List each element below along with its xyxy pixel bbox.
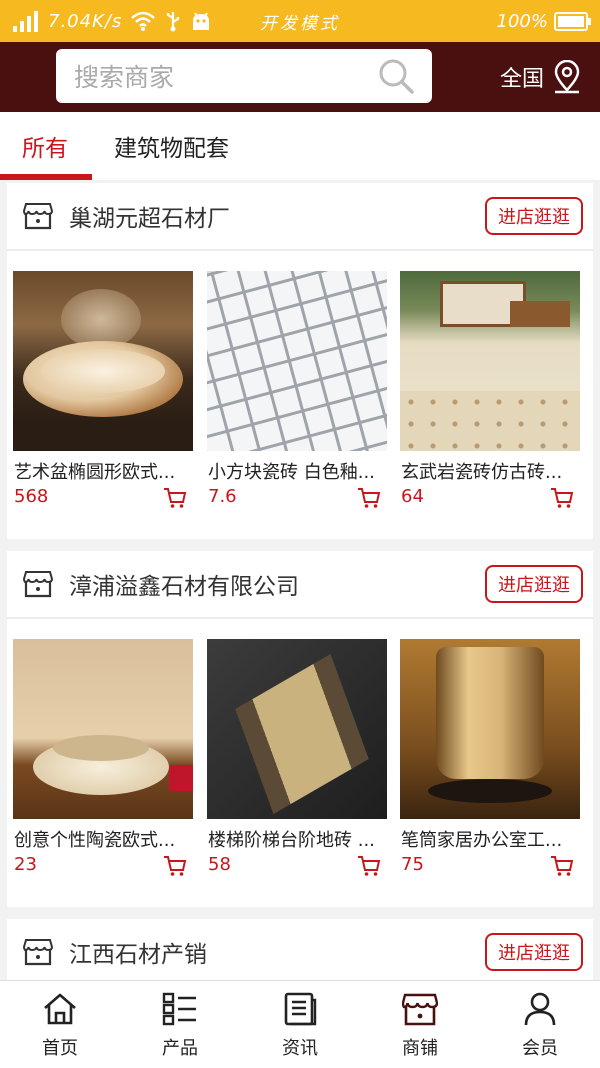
search-icon[interactable]	[376, 56, 416, 96]
cart-icon[interactable]	[163, 855, 187, 877]
region-label: 全国	[499, 67, 544, 92]
product-price: 23	[14, 854, 37, 875]
cart-icon[interactable]	[550, 487, 574, 509]
battery-icon	[554, 11, 591, 31]
home-icon	[44, 993, 76, 1025]
tab-all[interactable]: 所有	[22, 112, 68, 180]
active-tab-indicator	[0, 174, 92, 180]
shop-card: 巢湖元超石材厂 进店逛逛 艺术盆椭圆形欧式... 568 小方块瓷砖 白色釉..…	[7, 183, 593, 539]
storefront-icon	[23, 571, 53, 598]
product-title: 小方块瓷砖 白色釉...	[208, 462, 375, 483]
nav-home[interactable]: 首页	[0, 981, 120, 1068]
app-header: 搜索商家 全国	[0, 42, 600, 112]
product-card[interactable]: 创意个性陶瓷欧式... 23	[13, 639, 193, 876]
shop-name: 江西石材产销	[69, 942, 207, 968]
product-list-icon	[162, 992, 196, 1026]
nav-label: 会员	[522, 1038, 558, 1059]
member-icon	[524, 992, 556, 1026]
status-bar: 7.04K/s 开发模式 100%	[0, 0, 600, 42]
shop-name: 巢湖元超石材厂	[69, 206, 230, 232]
product-card[interactable]: 笔筒家居办公室工... 75	[400, 639, 580, 876]
search-input[interactable]: 搜索商家	[56, 58, 376, 94]
product-card[interactable]: 玄武岩瓷砖仿古砖... 64	[400, 271, 580, 508]
search-bar[interactable]: 搜索商家	[56, 49, 432, 103]
product-image-marble-basin[interactable]	[13, 271, 193, 451]
nav-label: 首页	[42, 1038, 78, 1059]
shop-card: 漳浦溢鑫石材有限公司 进店逛逛 创意个性陶瓷欧式... 23 楼梯阶梯台阶地砖 …	[7, 551, 593, 907]
visit-store-button[interactable]: 进店逛逛	[485, 197, 583, 235]
product-title: 笔筒家居办公室工...	[401, 830, 563, 851]
product-image-ceramic-ashtray[interactable]	[13, 639, 193, 819]
product-title: 楼梯阶梯台阶地砖 ...	[208, 830, 375, 851]
product-price: 568	[14, 486, 49, 507]
cart-icon[interactable]	[163, 487, 187, 509]
product-title: 创意个性陶瓷欧式...	[14, 830, 176, 851]
nav-member[interactable]: 会员	[480, 981, 600, 1068]
news-icon	[284, 992, 317, 1026]
category-tabs: 所有 建筑物配套	[0, 112, 600, 180]
location-pin-icon	[554, 60, 580, 94]
nav-shops[interactable]: 商铺	[360, 981, 480, 1068]
bottom-navigation: 首页 产品 资讯 商铺 会员	[0, 980, 600, 1068]
android-icon	[193, 12, 210, 30]
nav-products[interactable]: 产品	[120, 981, 240, 1068]
shop-name: 漳浦溢鑫石材有限公司	[69, 574, 299, 600]
product-title: 艺术盆椭圆形欧式...	[14, 462, 176, 483]
nav-label: 资讯	[282, 1038, 318, 1059]
nav-label: 商铺	[402, 1038, 438, 1059]
product-card[interactable]: 小方块瓷砖 白色釉... 7.6	[207, 271, 387, 508]
product-price: 58	[208, 854, 231, 875]
nav-label: 产品	[162, 1038, 198, 1059]
product-card[interactable]: 艺术盆椭圆形欧式... 568	[13, 271, 193, 508]
shop-header[interactable]: 江西石材产销 进店逛逛	[7, 919, 593, 985]
product-image-stair-tile[interactable]	[207, 639, 387, 819]
visit-store-button[interactable]: 进店逛逛	[485, 565, 583, 603]
storefront-icon	[23, 203, 53, 230]
product-image-white-mosaic-tile[interactable]	[207, 271, 387, 451]
product-card[interactable]: 楼梯阶梯台阶地砖 ... 58	[207, 639, 387, 876]
product-price: 75	[401, 854, 424, 875]
shop-icon	[402, 993, 438, 1026]
product-image-pen-holder[interactable]	[400, 639, 580, 819]
nav-news[interactable]: 资讯	[240, 981, 360, 1068]
visit-store-button[interactable]: 进店逛逛	[485, 933, 583, 971]
tab-building-accessories[interactable]: 建筑物配套	[114, 112, 229, 180]
battery-percent: 100%	[496, 10, 548, 32]
wifi-icon	[131, 11, 156, 31]
network-speed: 7.04K/s	[48, 10, 123, 32]
region-selector[interactable]: 全国	[500, 42, 582, 112]
product-image-basalt-tile-room[interactable]	[400, 271, 580, 451]
storefront-icon	[23, 939, 53, 966]
cart-icon[interactable]	[550, 855, 574, 877]
signal-icon	[13, 11, 38, 32]
shop-card: 江西石材产销 进店逛逛	[7, 919, 593, 989]
product-title: 玄武岩瓷砖仿古砖...	[401, 462, 563, 483]
product-price: 64	[401, 486, 424, 507]
shop-header[interactable]: 巢湖元超石材厂 进店逛逛	[7, 183, 593, 251]
product-price: 7.6	[208, 486, 237, 507]
cart-icon[interactable]	[357, 487, 381, 509]
cart-icon[interactable]	[357, 855, 381, 877]
shop-header[interactable]: 漳浦溢鑫石材有限公司 进店逛逛	[7, 551, 593, 619]
usb-icon	[167, 12, 180, 32]
